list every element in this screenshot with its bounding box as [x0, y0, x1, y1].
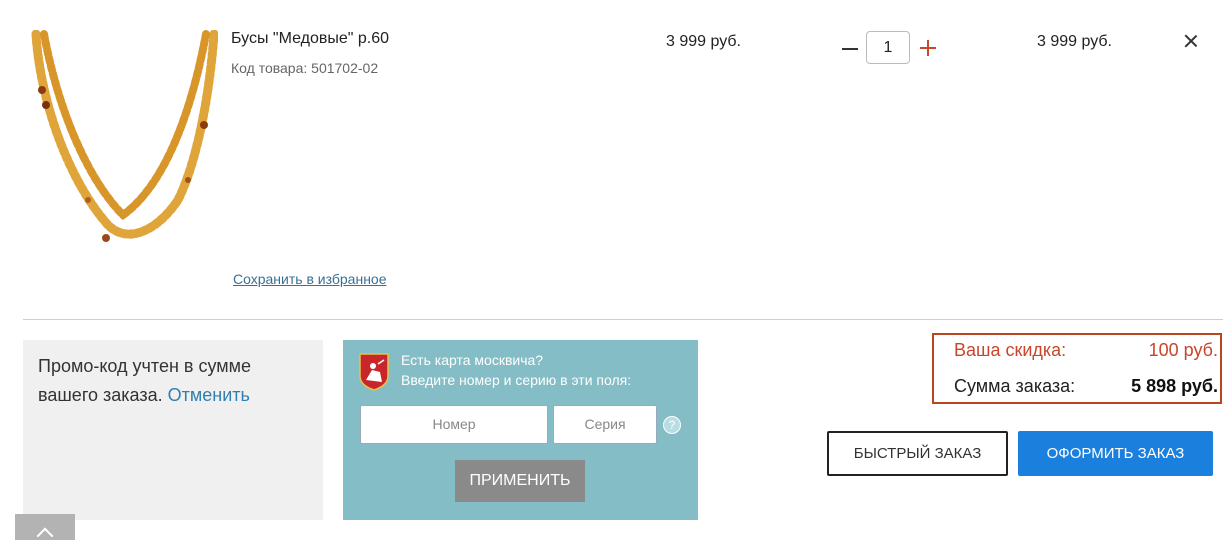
quantity-input[interactable]: 1 [866, 31, 910, 64]
moscow-emblem-icon [358, 352, 390, 391]
divider [23, 319, 1223, 320]
item-total-price: 3 999 руб. [1037, 33, 1112, 50]
remove-item-icon[interactable] [1182, 32, 1200, 50]
chevron-up-icon [36, 527, 54, 545]
product-code: Код товара: 501702-02 [231, 60, 379, 76]
card-series-input[interactable]: Серия [553, 405, 657, 444]
product-image[interactable] [28, 29, 219, 252]
promo-message: Промо-код учтен в сумме вашего заказа. О… [38, 352, 308, 410]
save-to-favorites-link[interactable]: Сохранить в избранное [233, 271, 387, 287]
order-total-label: Сумма заказа: [954, 376, 1076, 396]
scroll-to-top-button[interactable] [15, 514, 75, 545]
unit-price: 3 999 руб. [666, 33, 741, 50]
checkout-button[interactable]: ОФОРМИТЬ ЗАКАЗ [1018, 431, 1213, 476]
quantity-decrease-icon[interactable] [840, 37, 860, 57]
order-total-value: 5 898 руб. [1131, 376, 1218, 396]
moscow-card-subtitle: Введите номер и серию в эти поля: [401, 372, 632, 388]
card-number-input[interactable]: Номер [360, 405, 548, 444]
apply-button[interactable]: ПРИМЕНИТЬ [455, 460, 585, 502]
promo-cancel-link[interactable]: Отменить [168, 385, 250, 405]
help-icon[interactable]: ? [663, 416, 681, 434]
promo-code-panel: Промо-код учтен в сумме вашего заказа. О… [23, 340, 323, 520]
quantity-increase-icon[interactable] [918, 37, 938, 57]
moscow-card-panel: Есть карта москвича? Введите номер и сер… [343, 340, 698, 520]
product-name[interactable]: Бусы "Медовые" р.60 [231, 30, 389, 48]
quick-order-button[interactable]: БЫСТРЫЙ ЗАКАЗ [827, 431, 1008, 476]
discount-value: 100 руб. [1148, 340, 1218, 360]
discount-label: Ваша скидка: [954, 340, 1067, 360]
order-summary: Ваша скидка: 100 руб. Сумма заказа: 5 89… [932, 333, 1222, 404]
moscow-card-title: Есть карта москвича? [401, 352, 544, 368]
